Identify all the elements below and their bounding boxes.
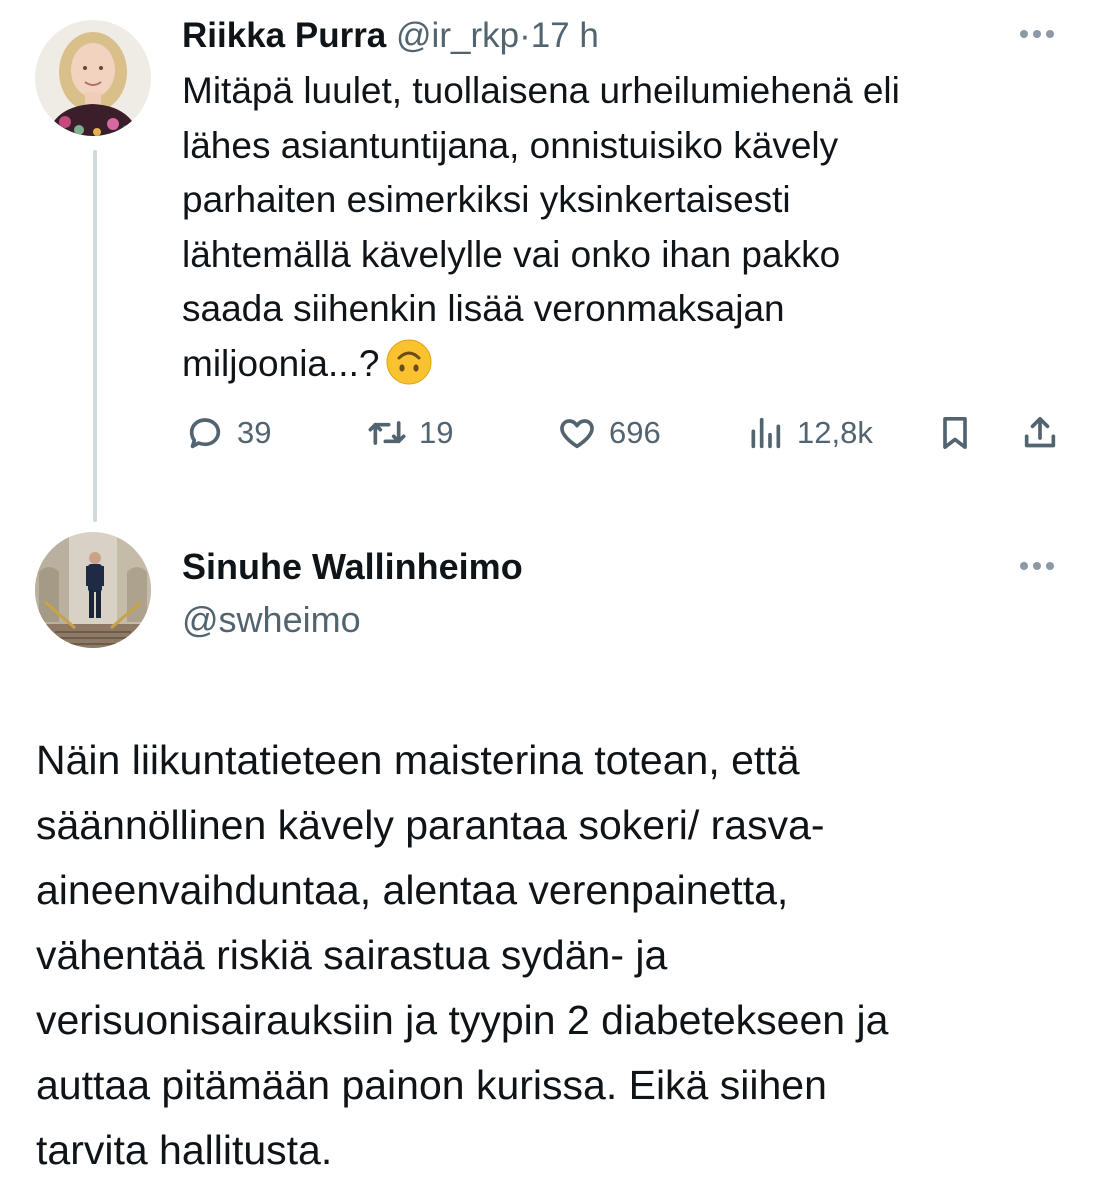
bookmark-icon	[943, 417, 967, 449]
bookmark-button[interactable]	[935, 408, 975, 458]
views-icon	[751, 417, 781, 449]
author-name[interactable]: Riikka Purra	[182, 16, 386, 55]
like-count: 696	[609, 415, 661, 450]
avatar-riikka-purra[interactable]	[35, 20, 151, 136]
retweet-icon	[368, 421, 406, 445]
separator-dot: ·	[519, 16, 531, 55]
author-handle[interactable]: @swheimo	[182, 597, 361, 643]
author-name[interactable]: Sinuhe Wallinheimo	[182, 544, 523, 590]
share-icon	[1024, 417, 1056, 448]
tweet-text: Näin liikuntatieteen maisterina totean, …	[36, 737, 889, 1173]
share-button[interactable]	[1020, 408, 1060, 458]
tweet-actions-bar: 39 19 696 12,8k	[185, 408, 1065, 458]
reply-icon	[189, 418, 221, 449]
tweet-text: Mitäpä luulet, tuollaisena urheilumiehen…	[182, 64, 1062, 391]
reply-button[interactable]: 39	[185, 408, 271, 458]
author-handle[interactable]: @ir_rkp	[396, 16, 519, 55]
tweet-body: Mitäpä luulet, tuollaisena urheilumiehen…	[182, 70, 900, 384]
views-count: 12,8k	[797, 415, 873, 450]
more-options-icon[interactable]	[1020, 560, 1064, 572]
avatar-sinuhe-wallinheimo[interactable]	[35, 532, 151, 648]
like-icon	[560, 419, 594, 449]
thread-connector-line	[93, 150, 97, 522]
tweet-header: Riikka Purra @ir_rkp·17 h	[182, 14, 599, 58]
retweet-button[interactable]: 19	[367, 408, 453, 458]
views-button[interactable]: 12,8k	[745, 408, 873, 458]
more-options-icon[interactable]	[1020, 28, 1064, 40]
tweet-time[interactable]: 17 h	[531, 16, 599, 55]
upside-down-face-icon	[386, 339, 432, 385]
retweet-count: 19	[419, 415, 454, 450]
like-button[interactable]: 696	[557, 408, 661, 458]
reply-count: 39	[237, 415, 272, 450]
